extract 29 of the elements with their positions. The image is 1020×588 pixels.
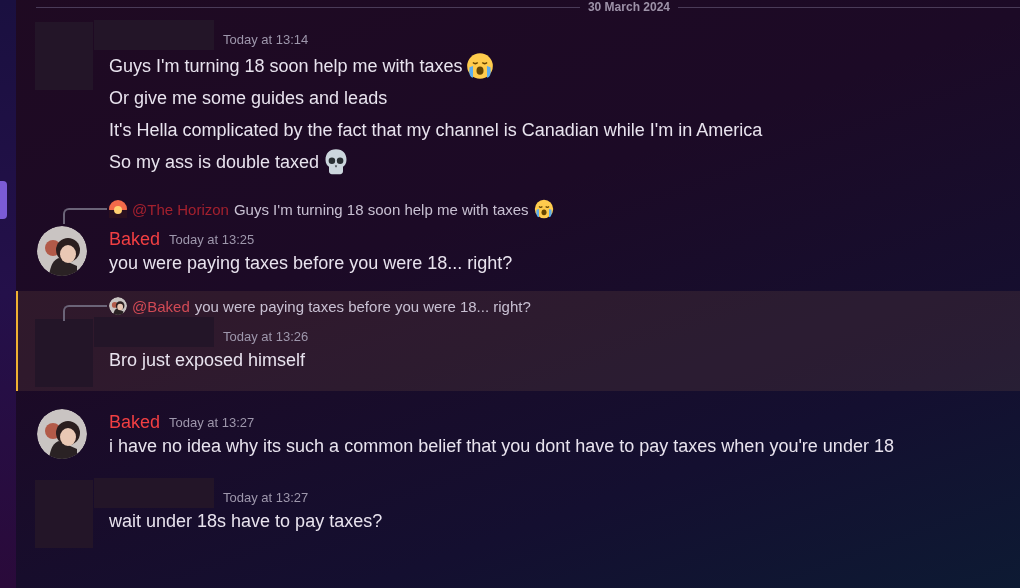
username[interactable]: Baked xyxy=(109,228,161,250)
reply-connector xyxy=(63,208,107,224)
crying-face-icon xyxy=(465,52,494,80)
message-text: wait under 18s have to pay taxes? xyxy=(109,510,383,533)
timestamp: Today at 13:27 xyxy=(223,489,309,507)
redacted-avatar xyxy=(35,319,93,387)
crying-face-icon xyxy=(533,199,554,219)
user-avatar[interactable] xyxy=(37,226,87,276)
reply-preview[interactable]: you were paying taxes before you were 18... right? xyxy=(194,297,531,315)
reply-mention[interactable]: @Baked xyxy=(132,297,190,315)
message-text: Or give me some guides and leads xyxy=(109,87,388,110)
sunset-avatar-icon xyxy=(109,200,127,218)
reply-preview[interactable]: Guys I'm turning 18 soon help me with taxes xyxy=(233,200,529,218)
timestamp: Today at 13:27 xyxy=(169,414,255,432)
message-text: It's Hella complicated by the fact that my channel is Canadian while I'm in America xyxy=(109,119,763,142)
timestamp: Today at 13:25 xyxy=(169,231,255,249)
date-divider: 30 March 2024 xyxy=(587,0,670,14)
message-text: you were paying taxes before you were 18... right? xyxy=(109,252,513,275)
message-text: So my ass is double taxed xyxy=(109,151,320,174)
user-avatar-icon xyxy=(109,297,127,315)
reply-mention[interactable]: @The Horizon xyxy=(132,200,229,218)
message-text: Guys I'm turning 18 soon help me with taxes xyxy=(109,55,463,78)
username[interactable]: Baked xyxy=(109,411,161,433)
timestamp: Today at 13:14 xyxy=(223,31,309,49)
timestamp: Today at 13:26 xyxy=(223,328,309,346)
user-avatar[interactable] xyxy=(37,409,87,459)
message-text: i have no idea why its such a common belief that you dont have to pay taxes when you're under 18 xyxy=(109,435,894,458)
selected-server-indicator xyxy=(0,181,7,219)
message-text: Bro just exposed himself xyxy=(109,349,306,372)
